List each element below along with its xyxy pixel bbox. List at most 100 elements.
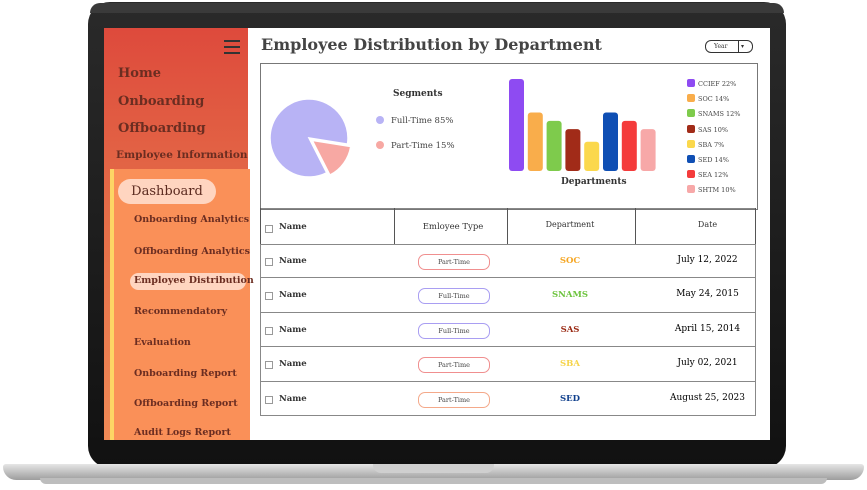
period-select[interactable]: Year ▾ (705, 40, 753, 53)
period-select-value: Year (714, 43, 728, 50)
nav-dashboard[interactable]: Dashboard (118, 179, 216, 204)
col-divider (755, 347, 756, 382)
legend-swatch (687, 170, 695, 179)
cell-date: April 15, 2014 (674, 323, 741, 334)
menu-icon[interactable] (224, 40, 240, 54)
col-divider (260, 208, 261, 244)
legend-swatch (687, 109, 695, 118)
cell-date: August 25, 2023 (669, 392, 746, 403)
col-divider (260, 381, 261, 416)
bar-shtm[interactable] (640, 129, 656, 171)
nav-offboarding[interactable]: Offboarding (118, 121, 206, 136)
departments-label: Departments (561, 177, 627, 187)
row-divider (260, 208, 756, 209)
table-row[interactable]: Name Part-Time SOC July 12, 2022 (260, 244, 756, 279)
row-checkbox[interactable] (265, 395, 273, 404)
col-divider (260, 278, 261, 313)
table-row[interactable]: Name Full-Time SAS April 15, 2014 (260, 312, 756, 348)
select-all-checkbox[interactable] (265, 225, 273, 233)
cell-date: May 24, 2015 (676, 289, 739, 300)
segment-part-time: Part-Time 15% (376, 141, 455, 151)
nav-offboarding-analytics[interactable]: Offboarding Analytics (134, 246, 250, 257)
nav-onboarding-report[interactable]: Onboarding Report (134, 368, 237, 379)
nav-employee-information[interactable]: Employee Information (116, 149, 248, 161)
nav-home[interactable]: Home (118, 66, 161, 81)
row-checkbox[interactable] (265, 326, 273, 335)
header-employee-type[interactable]: Emloyee Type (418, 222, 488, 232)
nav-evaluation[interactable]: Evaluation (134, 337, 191, 348)
bar-soc[interactable] (527, 112, 543, 171)
employee-type-badge: Part-Time (418, 391, 490, 408)
employee-type-badge: Part-Time (418, 254, 490, 270)
cell-date: July 12, 2022 (677, 255, 738, 265)
employee-table: Name Emloyee Type Department Date Name Pa… (260, 208, 756, 416)
col-divider (755, 381, 756, 416)
legend-item-sas: SAS 10% (687, 124, 729, 134)
legend-label: SAS 10% (698, 125, 729, 134)
nav-onboarding[interactable]: Onboarding (118, 94, 204, 109)
segment-label: Full-Time 85% (391, 116, 454, 126)
cell-name: Name (279, 256, 307, 266)
cell-department: SNAMS (551, 290, 589, 301)
bar-sea[interactable] (621, 120, 637, 171)
pie-chart (269, 98, 352, 178)
legend-label: SBA 7% (698, 140, 725, 149)
dashboard-submenu: Dashboard Onboarding Analytics Offboardi… (110, 169, 254, 440)
cell-name: Name (279, 290, 307, 301)
col-divider (507, 208, 508, 244)
screen: Home Onboarding Offboarding Employee Inf… (104, 28, 770, 440)
header-name[interactable]: Name (279, 222, 307, 232)
cell-name: Name (279, 359, 307, 370)
cell-date: July 02, 2021 (677, 358, 738, 369)
legend-item-shtm: SHTM 10% (687, 185, 736, 194)
col-divider (755, 244, 756, 279)
nav-audit-logs-report[interactable]: Audit Logs Report (134, 427, 231, 438)
legend-item-snams: SNAMS 12% (687, 109, 740, 118)
legend-swatch (687, 155, 695, 163)
table-row[interactable]: Name Part-Time SBA July 02, 2021 (260, 347, 756, 382)
cell-department: SED (560, 393, 580, 404)
bar-snams[interactable] (546, 120, 562, 171)
legend-swatch (687, 185, 695, 194)
cell-department: SOC (559, 256, 581, 266)
table-row[interactable]: Name Full-Time SNAMS May 24, 2015 (260, 278, 756, 313)
header-department[interactable]: Department (530, 220, 610, 229)
legend-item-sea: SEA 12% (687, 170, 728, 179)
legend-label: SEA 12% (698, 171, 729, 180)
bar-sas[interactable] (565, 129, 581, 171)
header-date[interactable]: Date (660, 220, 755, 229)
nav-recommendatory[interactable]: Recommendatory (134, 306, 227, 317)
col-divider (260, 244, 261, 279)
bar-ccief[interactable] (509, 79, 524, 171)
period-select-divider (738, 41, 739, 52)
col-divider (755, 312, 756, 348)
nav-employee-distribution[interactable]: Employee Distribution (134, 275, 254, 286)
chevron-down-icon: ▾ (741, 43, 745, 50)
row-checkbox[interactable] (265, 292, 273, 301)
nav-onboarding-analytics[interactable]: Onboarding Analytics (134, 214, 249, 225)
col-divider (260, 312, 261, 348)
row-checkbox[interactable] (265, 258, 273, 266)
nav-offboarding-report[interactable]: Offboarding Report (134, 398, 238, 409)
legend-swatch (687, 139, 695, 148)
col-divider (260, 347, 261, 382)
bar-sed[interactable] (603, 112, 618, 171)
table-row[interactable]: Name Part-Time SED August 25, 2023 (260, 381, 756, 416)
segment-dot (376, 116, 384, 124)
legend-item-ccief: CCIEF 22% (687, 79, 736, 88)
charts-panel: Segments Full-Time 85% Part-Time 15% Dep… (260, 63, 758, 210)
employee-type-badge: Full-Time (418, 288, 490, 305)
segment-full-time: Full-Time 85% (376, 116, 453, 126)
cell-name: Name (279, 324, 307, 335)
laptop-notch (373, 464, 494, 473)
segments-title: Segments (393, 89, 443, 99)
legend-item-soc: SOC 14% (687, 94, 729, 103)
col-divider (635, 208, 636, 244)
cell-department: SBA (560, 359, 580, 370)
bar-chart (509, 79, 656, 171)
row-checkbox[interactable] (265, 361, 273, 370)
legend-label: SED 14% (698, 156, 729, 164)
bar-sba[interactable] (584, 141, 600, 171)
segment-dot (376, 141, 384, 149)
cell-name: Name (279, 393, 307, 404)
